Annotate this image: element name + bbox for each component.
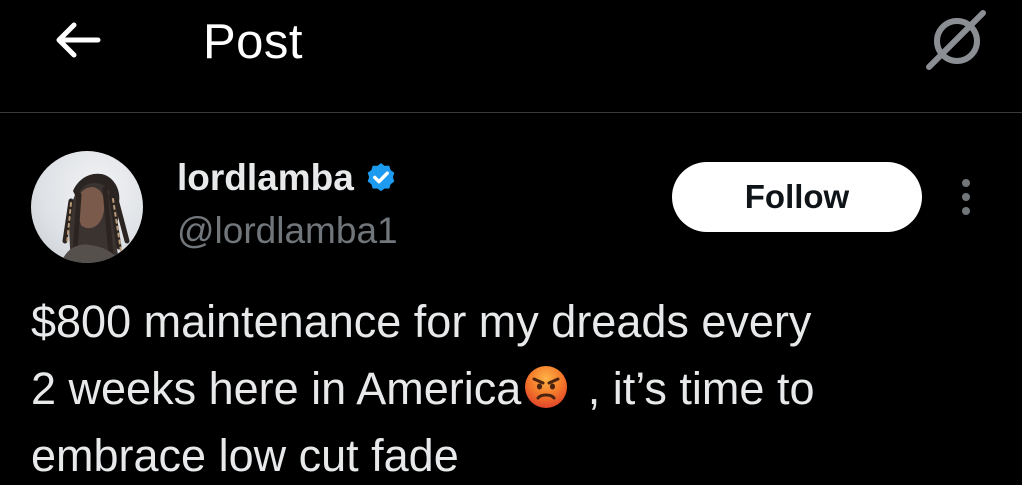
post-text-line-1: $800 maintenance for my dreads every <box>31 296 812 347</box>
follow-button[interactable]: Follow <box>672 162 922 232</box>
display-name[interactable]: lordlamba <box>177 153 354 203</box>
display-name-row: lordlamba <box>177 153 398 203</box>
page-title: Post <box>203 15 304 69</box>
user-handle[interactable]: @lordlamba1 <box>177 206 398 256</box>
arrow-left-icon <box>56 22 101 58</box>
post-detail-screen: Post lordlamba @lordlamba1 Follow $800 m… <box>0 0 1022 485</box>
back-button[interactable] <box>46 10 108 70</box>
post-text-line-3: embrace low cut fade <box>31 430 459 481</box>
verified-badge-icon <box>364 161 398 195</box>
more-vertical-icon-dot <box>962 179 970 187</box>
more-options-button[interactable] <box>948 172 984 222</box>
more-vertical-icon-dot <box>962 193 970 201</box>
grok-button[interactable] <box>920 4 992 76</box>
angry-face-emoji-icon <box>523 361 569 408</box>
avatar[interactable] <box>31 151 143 263</box>
post-text-line-2b: , it’s time to <box>575 363 815 414</box>
top-bar: Post <box>0 0 1022 113</box>
more-vertical-icon-dot <box>962 207 970 215</box>
post-text: $800 maintenance for my dreads every 2 w… <box>31 288 991 485</box>
post-text-line-2a: 2 weeks here in America <box>31 363 522 414</box>
grok-icon <box>926 10 986 70</box>
profile-photo <box>61 173 130 263</box>
